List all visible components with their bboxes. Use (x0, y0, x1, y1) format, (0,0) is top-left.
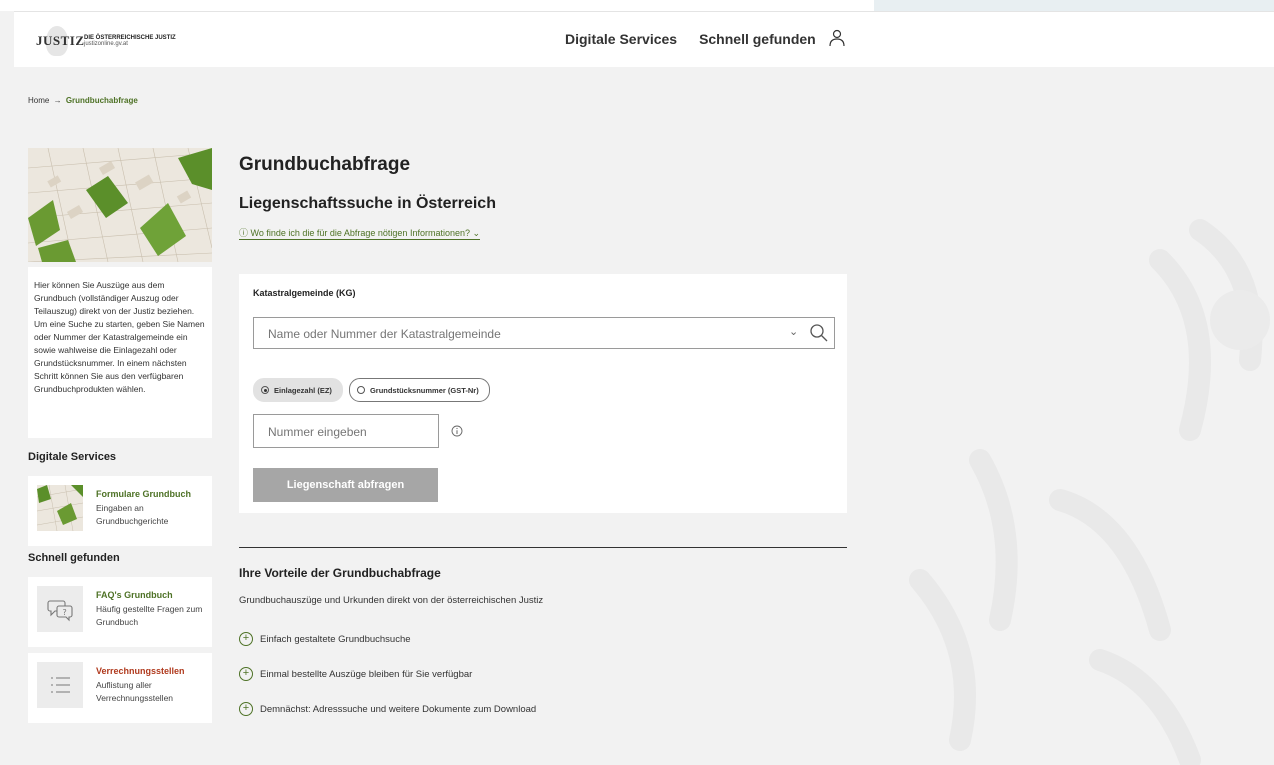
user-icon[interactable] (829, 29, 845, 47)
advantage-text: Demnächst: Adresssuche und weitere Dokum… (260, 703, 537, 715)
sidebar-quick-heading: Schnell gefunden (28, 552, 120, 564)
advantage-item[interactable]: + Demnächst: Adresssuche und weitere Doku… (239, 702, 536, 716)
justiz-logo[interactable]: JUSTIZ DIE ÖSTERREICHISCHE JUSTIZ justiz… (34, 26, 176, 56)
number-input[interactable] (266, 424, 420, 440)
kg-combobox[interactable]: ⌄ (253, 317, 835, 349)
top-strip (0, 0, 1274, 11)
card-faq-grundbuch[interactable]: ? FAQ's Grundbuch Häufig gestellte Frage… (28, 577, 212, 647)
breadcrumb-arrow-icon: → (53, 96, 62, 105)
breadcrumb-current: Grundbuchabfrage (65, 96, 138, 105)
card-title: FAQ's Grundbuch (96, 590, 173, 600)
logo-text: DIE ÖSTERREICHISCHE JUSTIZ justizonline.… (84, 35, 176, 47)
main-nav: Digitale Services Schnell gefunden (565, 31, 816, 47)
section-divider (239, 547, 847, 548)
faq-icon: ? (37, 586, 83, 632)
advantages-heading: Ihre Vorteile der Grundbuchabfrage (239, 566, 441, 580)
number-field[interactable] (253, 414, 439, 448)
search-type-radios: Einlagezahl (EZ) Grundstücksnummer (GST-… (253, 378, 490, 402)
card-verrechnungsstellen[interactable]: Verrechnungsstellen Auflistung aller Ver… (28, 653, 212, 723)
top-strip-tint (874, 0, 1274, 11)
card-formulare-grundbuch[interactable]: Formulare Grundbuch Eingaben an Grundbuc… (28, 476, 212, 546)
breadcrumb-home[interactable]: Home (28, 96, 49, 105)
breadcrumb: Home → Grundbuchabfrage (28, 96, 138, 105)
cadastral-map-image (27, 147, 213, 263)
advantage-item[interactable]: + Einmal bestellte Auszüge bleiben für Si… (239, 667, 472, 681)
card-title: Verrechnungsstellen (96, 666, 185, 676)
page-title: Grundbuchabfrage (239, 154, 411, 175)
site-header: JUSTIZ DIE ÖSTERREICHISCHE JUSTIZ justiz… (14, 11, 1274, 67)
logo-word: JUSTIZ (36, 33, 85, 48)
radio-dot-icon (261, 386, 269, 394)
sidebar: Hier können Sie Auszüge aus dem Grundbuc… (27, 147, 213, 729)
radio-einlagezahl[interactable]: Einlagezahl (EZ) (253, 378, 343, 402)
page-subtitle: Liegenschaftssuche in Österreich (239, 195, 496, 212)
sidebar-digital-heading: Digitale Services (28, 451, 117, 463)
radio-label: Grundstücksnummer (GST-Nr) (369, 385, 479, 395)
kg-label: Katastralgemeinde (KG) (253, 288, 356, 298)
advantages-subheading: Grundbuchauszüge und Urkunden direkt von… (239, 595, 544, 606)
plus-circle-icon[interactable]: + (239, 702, 253, 716)
chevron-down-icon[interactable]: ⌄ (789, 325, 798, 338)
card-title: Formulare Grundbuch (96, 489, 192, 499)
radio-label: Einlagezahl (EZ) (274, 385, 332, 395)
radio-grundstuecksnummer[interactable]: Grundstücksnummer (GST-Nr) (348, 378, 490, 402)
card-desc: Auflistung aller Verrechnungsstellen (96, 680, 174, 703)
kg-search-input[interactable] (266, 326, 750, 342)
svg-text:?: ? (63, 608, 67, 617)
logo-mark: JUSTIZ (34, 26, 84, 56)
map-thumbnail-icon (37, 485, 83, 531)
logo-line2: justizonline.gv.at (84, 41, 128, 47)
main-content: Grundbuchabfrage Liegenschaftssuche in Ö… (239, 150, 847, 716)
advantage-text: Einfach gestaltete Grundbuchsuche (260, 633, 411, 645)
radio-dot-icon (356, 386, 365, 394)
eagle-watermark-icon (909, 219, 1270, 765)
plus-circle-icon[interactable]: + (239, 632, 253, 646)
nav-digitale-services[interactable]: Digitale Services (565, 31, 677, 47)
info-link[interactable]: ⓘ Wo finde ich die für die Abfrage nötig… (239, 226, 481, 240)
sidebar-intro: Hier können Sie Auszüge aus dem Grundbuc… (28, 267, 212, 438)
advantage-item[interactable]: + Einfach gestaltete Grundbuchsuche (239, 632, 411, 646)
card-desc: Häufig gestellte Fragen zum Grundbuch (96, 604, 203, 627)
list-icon (37, 662, 83, 708)
nav-schnell-gefunden[interactable]: Schnell gefunden (699, 31, 816, 47)
search-form: Katastralgemeinde (KG) ⌄ Einlagezahl (EZ… (239, 274, 847, 513)
search-icon[interactable] (809, 323, 829, 343)
info-icon[interactable] (451, 425, 463, 437)
submit-button[interactable]: Liegenschaft abfragen (253, 468, 438, 502)
advantage-text: Einmal bestellte Auszüge bleiben für Sie… (260, 668, 473, 680)
card-desc: Eingaben an Grundbuchgerichte (96, 503, 169, 526)
plus-circle-icon[interactable]: + (239, 667, 253, 681)
